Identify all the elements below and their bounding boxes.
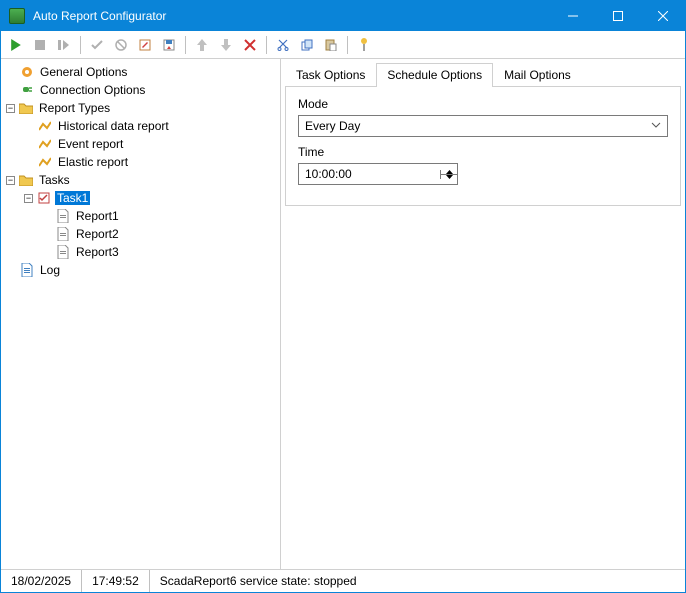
collapse-icon[interactable]: − <box>6 176 15 185</box>
tree-panel[interactable]: General Options Connection Options − Rep… <box>1 59 281 569</box>
report-icon <box>37 118 53 134</box>
window-buttons <box>550 1 685 31</box>
time-value: 10:00:00 <box>299 167 440 181</box>
statusbar: 18/02/2025 17:49:52 ScadaReport6 service… <box>1 570 685 592</box>
mode-value: Every Day <box>305 119 360 133</box>
move-up-button[interactable] <box>191 34 213 56</box>
edit-button[interactable] <box>134 34 156 56</box>
mode-group: Mode Every Day <box>298 97 668 137</box>
log-icon <box>19 262 35 278</box>
tree-label: Report Types <box>37 101 112 115</box>
tree-label: Report2 <box>74 227 121 241</box>
tree-label: Event report <box>56 137 125 151</box>
move-down-button[interactable] <box>215 34 237 56</box>
mode-dropdown[interactable]: Every Day <box>298 115 668 137</box>
task-icon <box>36 190 52 206</box>
delete-button[interactable] <box>239 34 261 56</box>
document-icon <box>55 244 71 260</box>
tab-task-options[interactable]: Task Options <box>285 63 376 87</box>
tree-label: Connection Options <box>38 83 147 97</box>
collapse-icon[interactable]: − <box>24 194 33 203</box>
window-title: Auto Report Configurator <box>33 9 550 23</box>
spinner-buttons <box>440 170 457 179</box>
status-service: ScadaReport6 service state: stopped <box>150 570 685 592</box>
cancel-button[interactable] <box>110 34 132 56</box>
document-icon <box>55 226 71 242</box>
tab-schedule-options[interactable]: Schedule Options <box>376 63 493 87</box>
tree-item-report3[interactable]: Report3 <box>3 243 278 261</box>
cut-button[interactable] <box>272 34 294 56</box>
content: General Options Connection Options − Rep… <box>1 59 685 570</box>
minimize-button[interactable] <box>550 1 595 31</box>
help-button[interactable] <box>353 34 375 56</box>
tree-item-connection-options[interactable]: Connection Options <box>3 81 278 99</box>
tree-item-elastic-report[interactable]: Elastic report <box>3 153 278 171</box>
tree-label: Report1 <box>74 209 121 223</box>
mode-label: Mode <box>298 97 668 111</box>
tabs: Task Options Schedule Options Mail Optio… <box>285 63 681 87</box>
tab-mail-options[interactable]: Mail Options <box>493 63 582 87</box>
status-date: 18/02/2025 <box>1 570 82 592</box>
save-button[interactable] <box>158 34 180 56</box>
accept-button[interactable] <box>86 34 108 56</box>
tree-label: Task1 <box>55 191 90 205</box>
tab-body: Mode Every Day Time 10:00:00 <box>285 87 681 206</box>
folder-icon <box>18 100 34 116</box>
toolbar-separator <box>266 36 267 54</box>
time-spinner[interactable]: 10:00:00 <box>298 163 458 185</box>
tree-item-general-options[interactable]: General Options <box>3 63 278 81</box>
folder-icon <box>18 172 34 188</box>
tree-item-log[interactable]: Log <box>3 261 278 279</box>
tree-label: Log <box>38 263 62 277</box>
window: Auto Report Configurator <box>0 0 686 593</box>
tree-label: Historical data report <box>56 119 171 133</box>
run-button[interactable] <box>5 34 27 56</box>
tree-item-report2[interactable]: Report2 <box>3 225 278 243</box>
report-icon <box>37 154 53 170</box>
tree-item-report1[interactable]: Report1 <box>3 207 278 225</box>
tree-item-report-types[interactable]: − Report Types <box>3 99 278 117</box>
spin-down-button[interactable] <box>441 174 457 179</box>
tree-item-event-report[interactable]: Event report <box>3 135 278 153</box>
toolbar-separator <box>80 36 81 54</box>
tree-label: Elastic report <box>56 155 130 169</box>
app-icon <box>9 8 25 24</box>
stop-button[interactable] <box>29 34 51 56</box>
copy-button[interactable] <box>296 34 318 56</box>
tree-label: Tasks <box>37 173 72 187</box>
time-label: Time <box>298 145 668 159</box>
chevron-down-icon <box>651 120 661 130</box>
document-icon <box>55 208 71 224</box>
tree-item-task1[interactable]: − Task1 <box>3 189 278 207</box>
tree-label: General Options <box>38 65 129 79</box>
report-icon <box>37 136 53 152</box>
step-button[interactable] <box>53 34 75 56</box>
gear-icon <box>19 64 35 80</box>
toolbar-separator <box>347 36 348 54</box>
toolbar <box>1 31 685 59</box>
time-group: Time 10:00:00 <box>298 145 668 185</box>
paste-button[interactable] <box>320 34 342 56</box>
status-time: 17:49:52 <box>82 570 150 592</box>
collapse-icon[interactable]: − <box>6 104 15 113</box>
details-panel: Task Options Schedule Options Mail Optio… <box>281 59 685 569</box>
tree-item-historical-report[interactable]: Historical data report <box>3 117 278 135</box>
maximize-button[interactable] <box>595 1 640 31</box>
plug-icon <box>19 82 35 98</box>
tree-item-tasks[interactable]: − Tasks <box>3 171 278 189</box>
titlebar: Auto Report Configurator <box>1 1 685 31</box>
tree-label: Report3 <box>74 245 121 259</box>
close-button[interactable] <box>640 1 685 31</box>
toolbar-separator <box>185 36 186 54</box>
